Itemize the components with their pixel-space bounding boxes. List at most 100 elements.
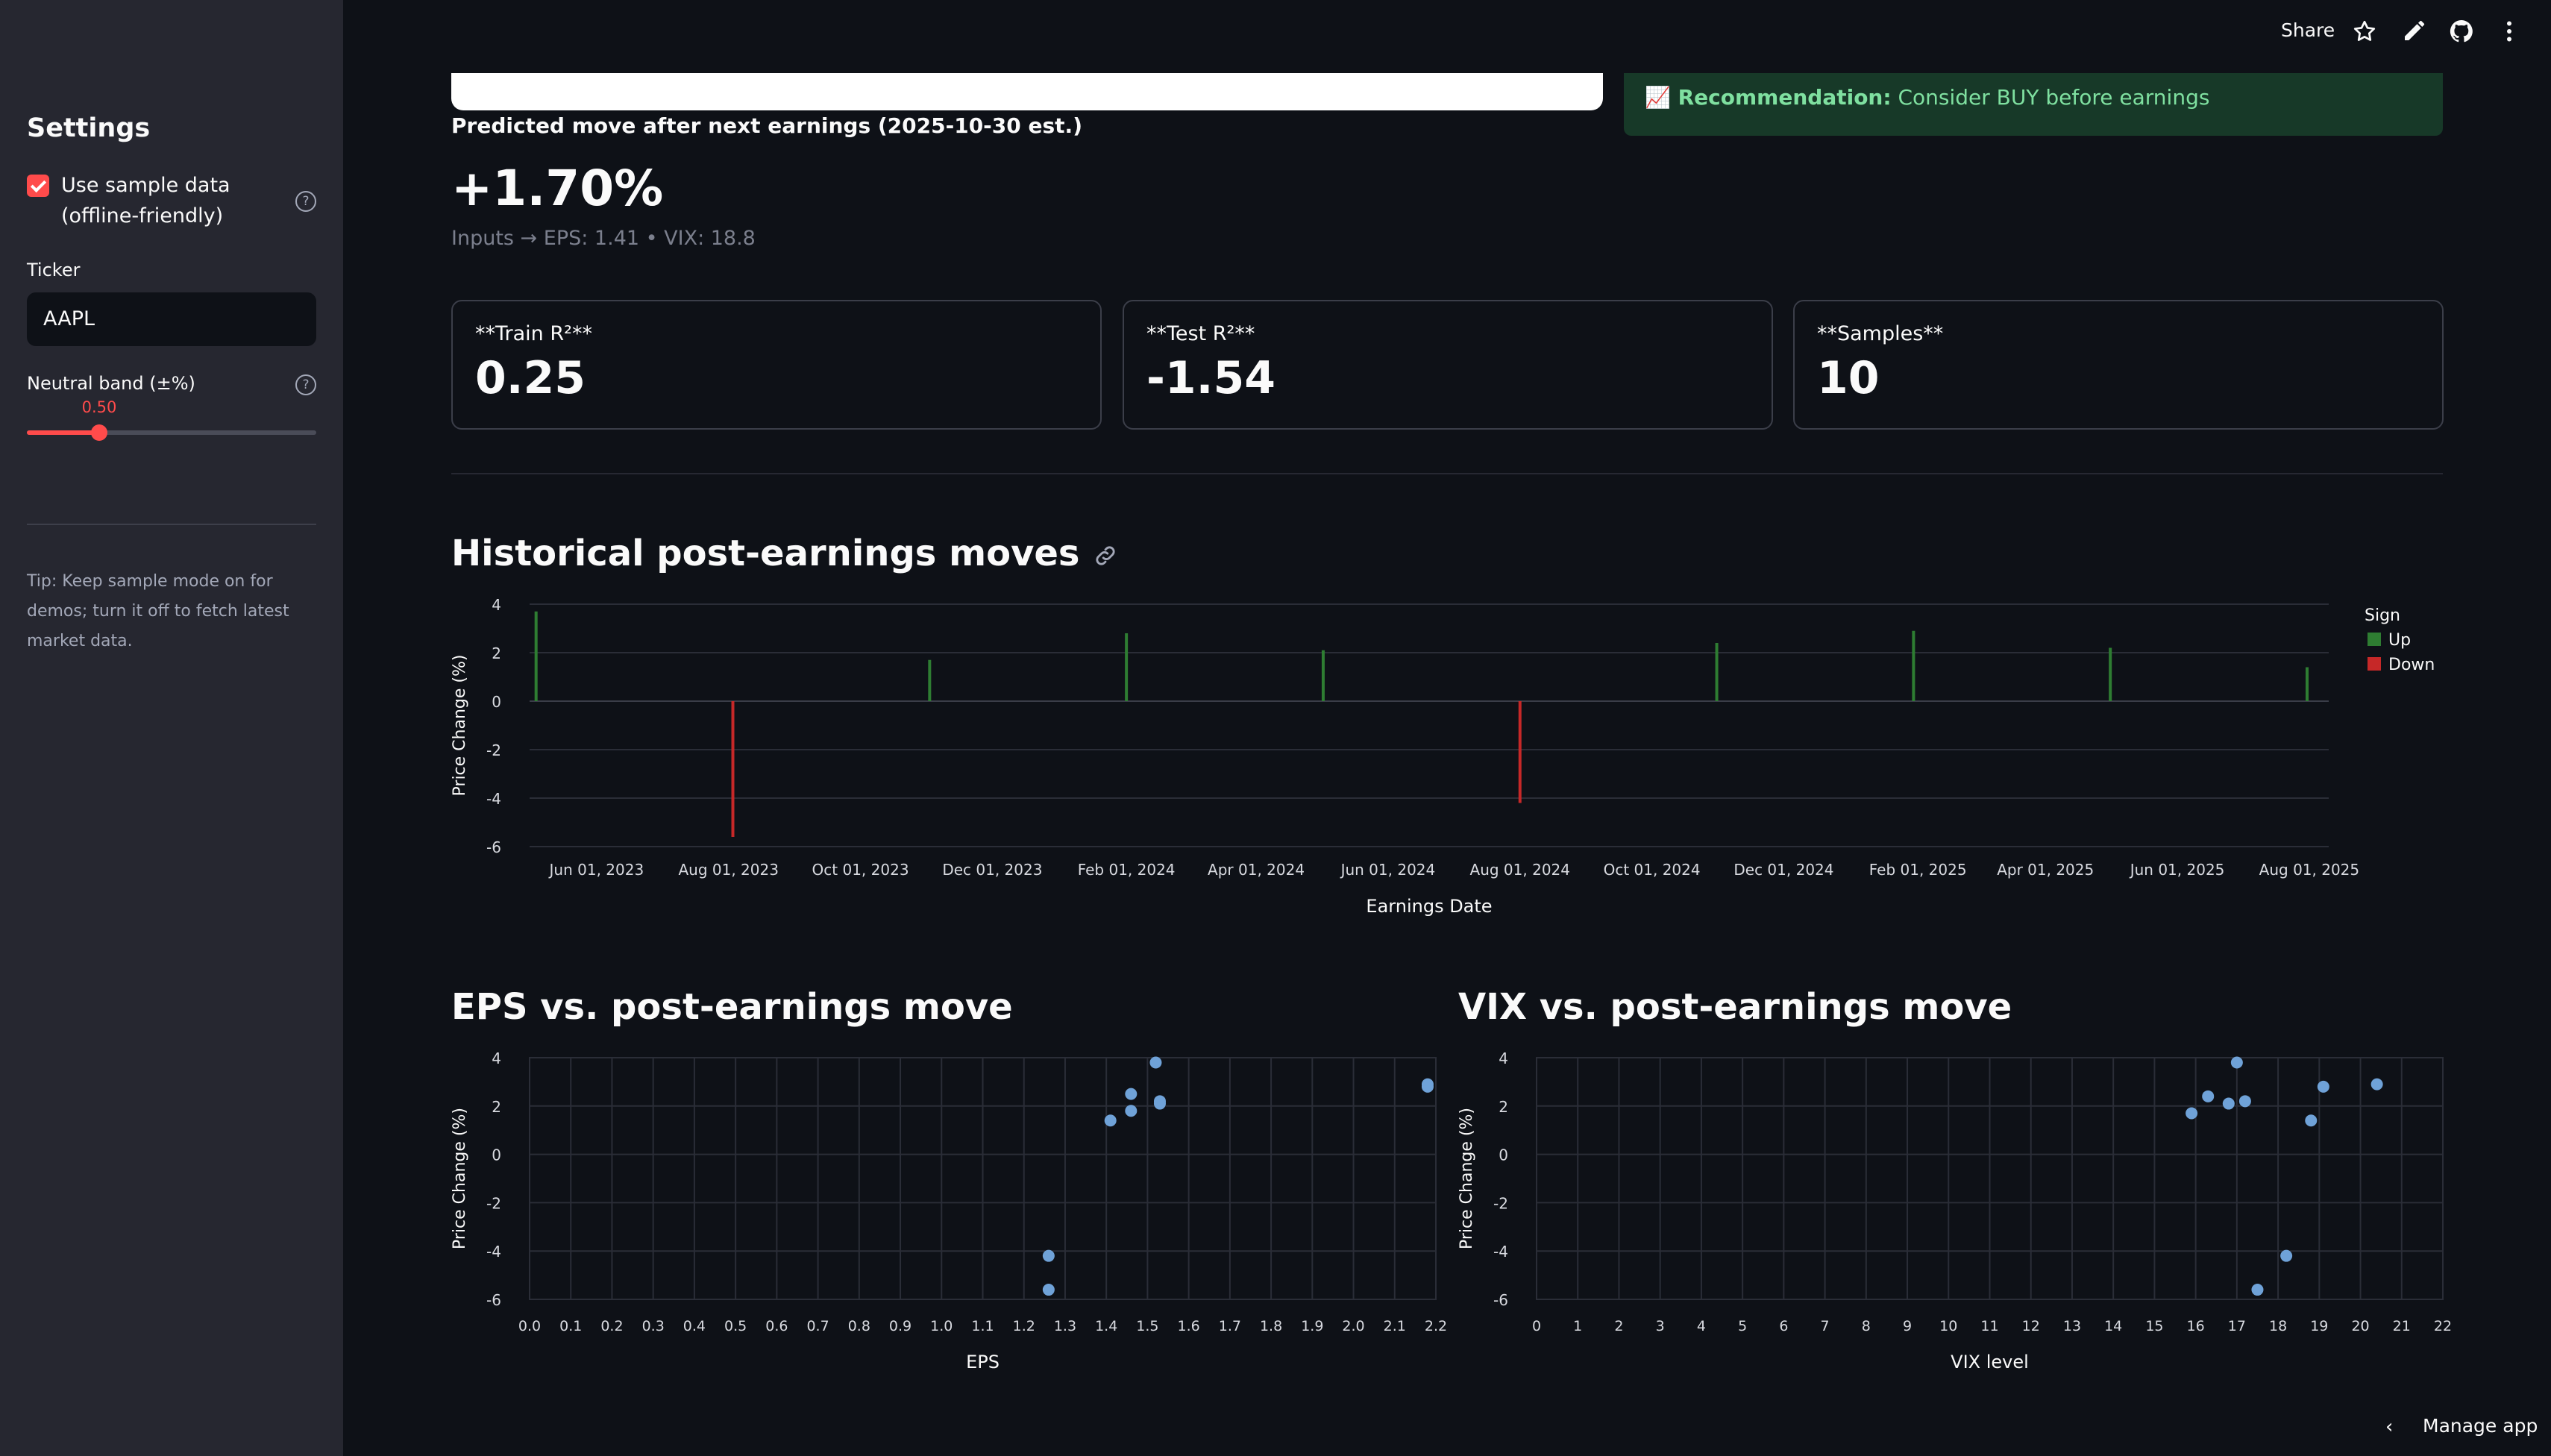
scatter-point (1125, 1105, 1138, 1117)
x-tick-label: Aug 01, 2023 (678, 861, 778, 879)
x-tick-label: 0.2 (600, 1318, 623, 1334)
slider-fill (27, 430, 99, 435)
metric-label: **Samples** (1817, 322, 1944, 345)
x-axis-title: Earnings Date (1366, 896, 1492, 917)
eps-scatter-chart: 0.0 0.1 0.2 0.3 0.4 0.5 0.6 0.7 0.8 0.9 1.0 1.1 1.2 1… (451, 1049, 1447, 1372)
legend-swatch (2368, 657, 2381, 671)
x-tick-label: 2.0 (1342, 1318, 1364, 1334)
prediction-inputs: Inputs → EPS: 1.41 • VIX: 18.8 (451, 227, 756, 250)
x-tick-label: 1 (1573, 1318, 1582, 1334)
metric-value: -1.54 (1146, 352, 1276, 404)
edit-icon[interactable] (2400, 18, 2427, 45)
legend-label: Up (2388, 631, 2411, 650)
vix-scatter-chart: 0 1 2 3 4 5 6 7 8 9 10 11 12 13 14 15 16 17 18 19 20 21 22420-… (1458, 1049, 2452, 1372)
sidebar: Settings Use sample data (offline-friend… (0, 0, 343, 1456)
metric-card-train-r2: **Train R²** 0.25 (451, 300, 1102, 430)
scatter-point (2186, 1107, 2198, 1120)
x-tick-label: 10 (1939, 1318, 1957, 1334)
y-axis-title: Price Change (%) (451, 655, 469, 797)
x-tick-label: 0 (1532, 1318, 1541, 1334)
y-tick-label: 0 (1499, 1146, 1508, 1164)
legend-label: Down (2388, 656, 2435, 674)
progress-bar (451, 73, 1603, 110)
help-icon[interactable]: ? (295, 374, 316, 395)
recommendation-text: 📈 Recommendation: Consider BUY before ea… (1645, 85, 2209, 110)
x-tick-label: 2 (1614, 1318, 1623, 1334)
neutral-band-slider[interactable] (27, 424, 316, 441)
x-tick-label: Jun 01, 2024 (1340, 861, 1436, 879)
x-tick-label: 0.4 (683, 1318, 706, 1334)
y-tick-label: 4 (492, 596, 501, 614)
eps-heading: EPS vs. post-earnings move (451, 986, 1013, 1028)
x-tick-label: 0.1 (559, 1318, 582, 1334)
y-tick-label: 2 (492, 644, 501, 662)
x-tick-label: 0.7 (806, 1318, 829, 1334)
x-tick-label: 0.9 (889, 1318, 911, 1334)
share-button[interactable]: Share (2281, 19, 2335, 41)
prediction-label: Predicted move after next earnings (2025… (451, 113, 1082, 138)
x-tick-label: 0.0 (518, 1318, 541, 1334)
recommendation-alert: 📈 Recommendation: Consider BUY before ea… (1624, 73, 2443, 136)
scatter-point (2317, 1080, 2329, 1093)
y-tick-label: -6 (486, 838, 501, 856)
scatter-point (2222, 1097, 2235, 1110)
help-icon[interactable]: ? (295, 191, 316, 212)
x-tick-label: Feb 01, 2024 (1078, 861, 1176, 879)
x-tick-label: 1.0 (930, 1318, 953, 1334)
ticker-label: Ticker (27, 260, 81, 280)
y-tick-label: -4 (486, 790, 501, 808)
historical-heading: Historical post-earnings moves (451, 533, 1118, 574)
sample-data-checkbox[interactable] (27, 175, 49, 197)
divider (451, 473, 2443, 474)
x-tick-label: 5 (1738, 1318, 1747, 1334)
x-tick-label: 20 (2351, 1318, 2369, 1334)
x-tick-label: 1.5 (1136, 1318, 1158, 1334)
y-tick-label: 4 (1499, 1049, 1508, 1067)
metric-value: 10 (1817, 352, 1880, 404)
recommendation-prefix: 📈 Recommendation: (1645, 85, 1892, 110)
x-tick-label: Dec 01, 2023 (942, 861, 1042, 879)
slider-handle[interactable] (91, 424, 107, 441)
y-tick-label: -4 (486, 1243, 501, 1261)
x-tick-label: 18 (2269, 1318, 2287, 1334)
scatter-point (1421, 1078, 1434, 1091)
x-tick-label: 0.3 (642, 1318, 665, 1334)
scatter-point (2251, 1284, 2264, 1296)
y-tick-label: 2 (1499, 1098, 1508, 1116)
metric-card-test-r2: **Test R²** -1.54 (1123, 300, 1773, 430)
x-tick-label: 15 (2145, 1318, 2163, 1334)
historical-moves-chart: 4 2 0 -2 -4 -6 Jun 01, 2023 Aug 01, 2023 Oct 01,… (451, 596, 2435, 917)
chevron-left-icon[interactable]: ‹ (2385, 1416, 2393, 1438)
x-tick-label: 13 (2063, 1318, 2081, 1334)
manage-app-button[interactable]: Manage app (2423, 1415, 2538, 1437)
x-tick-label: 0.8 (848, 1318, 870, 1334)
scatter-point (1042, 1284, 1055, 1296)
scatter-point (2370, 1078, 2383, 1091)
scatter-point (2238, 1095, 2251, 1108)
more-vert-icon[interactable] (2496, 18, 2523, 45)
sample-data-label[interactable]: Use sample data (offline-friendly) (61, 170, 285, 231)
x-tick-label: 2.1 (1384, 1318, 1406, 1334)
metric-label: **Test R²** (1146, 322, 1255, 345)
star-icon[interactable] (2351, 18, 2378, 45)
metric-value: 0.25 (475, 352, 586, 404)
scatter-point (1153, 1095, 1166, 1108)
x-tick-label: 1.3 (1054, 1318, 1076, 1334)
sidebar-divider (27, 524, 316, 525)
recommendation-value: Consider BUY before earnings (1898, 85, 2210, 110)
x-tick-label: 17 (2228, 1318, 2246, 1334)
y-tick-label: -2 (486, 741, 501, 759)
scatter-point (2202, 1090, 2215, 1102)
github-icon[interactable] (2448, 18, 2475, 45)
link-icon[interactable] (1093, 543, 1118, 568)
y-tick-label: -6 (486, 1291, 501, 1309)
scatter-point (2280, 1249, 2293, 1262)
x-tick-label: 22 (2434, 1318, 2452, 1334)
metric-card-samples: **Samples** 10 (1793, 300, 2444, 430)
sidebar-tip: Tip: Keep sample mode on for demos; turn… (27, 572, 289, 650)
scatter-point (1125, 1088, 1138, 1100)
ticker-input[interactable]: AAPL (27, 292, 316, 346)
x-tick-label: 2.2 (1425, 1318, 1447, 1334)
x-tick-label: 7 (1821, 1318, 1830, 1334)
y-tick-label: 0 (492, 1146, 501, 1164)
